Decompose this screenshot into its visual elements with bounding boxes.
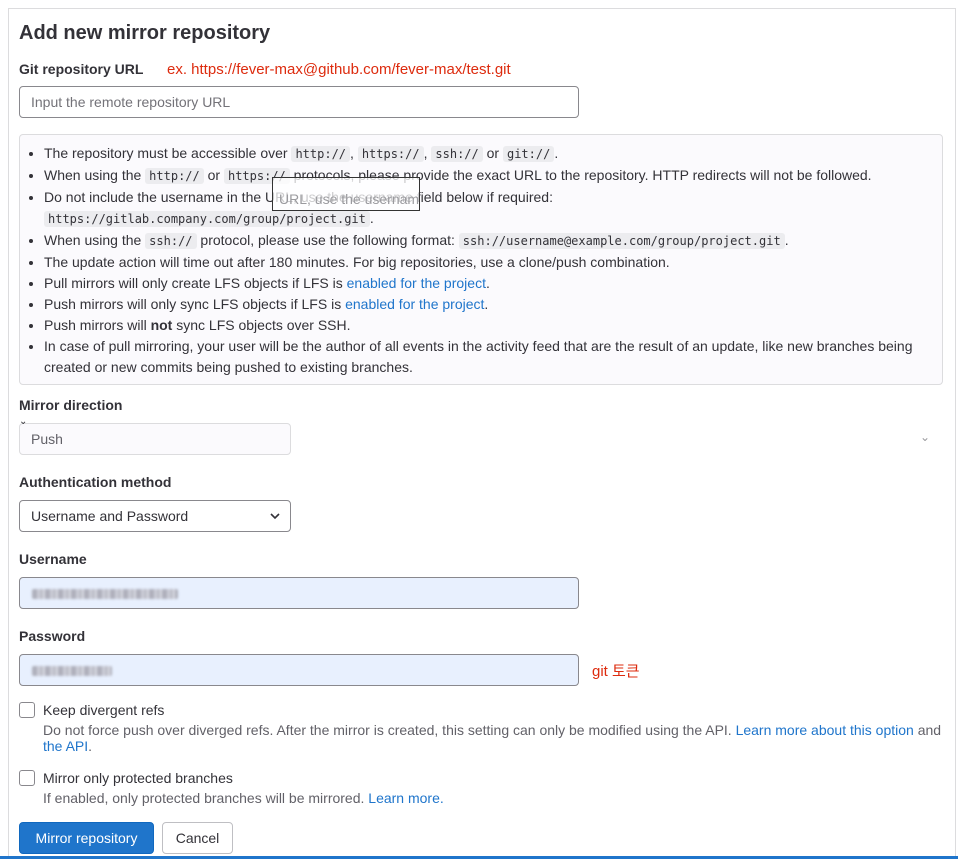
cancel-button[interactable]: Cancel — [162, 822, 233, 854]
mirror-info-box: The repository must be accessible over h… — [19, 134, 943, 385]
info-item-exact-url: When using the http:// or https:// proto… — [44, 165, 942, 187]
code-ssh: ssh:// — [431, 146, 483, 162]
chevron-down-icon — [270, 513, 280, 520]
info-item-push-lfs: Push mirrors will only sync LFS objects … — [44, 294, 942, 315]
protected-only-checkbox[interactable] — [19, 770, 35, 786]
protected-only-label: Mirror only protected branches — [43, 770, 233, 786]
code-https: https:// — [357, 146, 424, 162]
info-text: . — [554, 145, 559, 161]
git-url-annotation: ex. https://fever-max@github.com/fever-m… — [167, 61, 511, 78]
auth-method-label: Authentication method — [19, 474, 172, 490]
info-text: . — [484, 296, 489, 312]
lfs-enabled-link[interactable]: enabled for the project — [347, 275, 486, 291]
keep-divergent-label: Keep divergent refs — [43, 702, 165, 718]
info-text: . — [369, 210, 374, 226]
info-item-ssh-format: When using the ssh:// protocol, please u… — [44, 230, 942, 252]
auth-method-select[interactable]: Username and Password — [19, 500, 291, 532]
mirror-repository-button[interactable]: Mirror repository — [19, 822, 154, 854]
git-url-input[interactable] — [19, 86, 579, 118]
info-text: , — [350, 145, 358, 161]
info-item-protocols: The repository must be accessible over h… — [44, 143, 942, 165]
code-http: http:// — [291, 146, 351, 162]
help-text: . — [88, 738, 93, 754]
info-text: or — [203, 167, 224, 183]
page-title: Add new mirror repository — [19, 22, 271, 44]
password-annotation: git 토큰 — [592, 663, 640, 680]
info-item-pull-author: In case of pull mirroring, your user wil… — [44, 336, 942, 378]
chevron-down-icon: ⌄ — [19, 416, 28, 427]
auth-method-value: Username and Password — [31, 508, 189, 524]
help-text: and — [913, 722, 942, 738]
username-input[interactable] — [19, 577, 579, 609]
learn-more-option-link[interactable]: Learn more about this option — [736, 722, 914, 738]
info-item-username: Do not include the username in the URL, … — [44, 187, 942, 230]
git-url-label: Git repository URL — [19, 61, 144, 77]
protected-only-help: If enabled, only protected branches will… — [43, 790, 444, 806]
info-text: Push mirrors will only sync LFS objects … — [44, 296, 346, 312]
masked-password — [32, 666, 112, 676]
lfs-enabled-link[interactable]: enabled for the project — [345, 296, 484, 312]
info-item-timeout: The update action will time out after 18… — [44, 252, 942, 273]
mirror-direction-value: Push — [31, 431, 63, 447]
keep-divergent-checkbox[interactable] — [19, 702, 35, 718]
username-label: Username — [19, 551, 87, 567]
info-text: sync LFS objects over SSH. — [172, 317, 351, 333]
overlay-text-box: URL, use the username — [272, 177, 420, 211]
learn-more-link[interactable]: Learn more. — [368, 790, 443, 806]
code-ssh: ssh:// — [145, 233, 197, 249]
code-example-url: https://gitlab.company.com/group/project… — [44, 211, 370, 227]
info-list: The repository must be accessible over h… — [20, 135, 942, 378]
info-text: protocol, please use the following forma… — [196, 232, 459, 248]
info-text: . — [784, 232, 789, 248]
keep-divergent-help: Do not force push over diverged refs. Af… — [43, 722, 943, 754]
info-text: When using the — [44, 232, 146, 248]
code-http: http:// — [145, 168, 204, 184]
info-bold: not — [150, 317, 173, 333]
info-text: The repository must be accessible over — [44, 145, 292, 161]
password-input[interactable] — [19, 654, 579, 686]
help-text: Do not force push over diverged refs. Af… — [43, 722, 736, 738]
help-text: If enabled, only protected branches will… — [43, 790, 369, 806]
mirror-direction-select[interactable]: Push — [19, 423, 291, 455]
info-text: or — [482, 145, 503, 161]
info-item-lfs-ssh: Push mirrors will not sync LFS objects o… — [44, 315, 942, 336]
code-ssh-example: ssh://username@example.com/group/project… — [458, 233, 785, 249]
info-text: Pull mirrors will only create LFS object… — [44, 275, 347, 291]
blurred-username — [32, 589, 178, 599]
info-text: When using the — [44, 167, 146, 183]
api-link[interactable]: the API — [43, 738, 88, 754]
mirror-direction-label: Mirror direction — [19, 397, 123, 413]
info-text: Push mirrors will — [44, 317, 151, 333]
info-text: . — [485, 275, 490, 291]
code-git: git:// — [502, 146, 555, 162]
chevron-down-icon: ⌄ — [920, 430, 931, 444]
info-item-pull-lfs: Pull mirrors will only create LFS object… — [44, 273, 942, 294]
password-label: Password — [19, 628, 86, 644]
